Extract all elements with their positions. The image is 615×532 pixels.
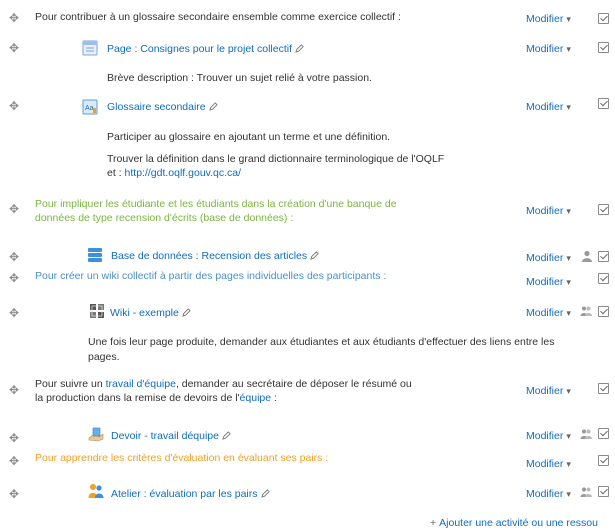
group-icon[interactable] (580, 486, 592, 498)
completion-checkbox[interactable] (598, 455, 609, 466)
activity-glossaire-link[interactable]: Glossaire secondaire (107, 100, 218, 114)
glossaire-description-1: Participer au glossaire en ajoutant un t… (107, 131, 391, 143)
completion-checkbox[interactable] (598, 486, 609, 497)
pencil-icon[interactable] (208, 102, 218, 111)
completion-checkbox[interactable] (598, 428, 609, 439)
glossaire-description-2: Trouver la définition dans le grand dict… (107, 153, 445, 165)
label-bdd-intro-1: Pour impliquer les étudiante et les étud… (35, 198, 397, 210)
activity-bdd-link[interactable]: Base de données : Recension des articles (111, 249, 319, 263)
completion-checkbox[interactable] (598, 98, 609, 109)
page-icon (82, 40, 98, 56)
move-icon[interactable]: ✥ (8, 432, 20, 444)
move-icon[interactable]: ✥ (8, 251, 20, 263)
pencil-icon[interactable] (222, 431, 231, 440)
activity-atelier-link[interactable]: Atelier : évaluation par les pairs (111, 487, 270, 501)
wiki-description-1: Une fois leur page produite, demander au… (88, 336, 555, 348)
modifier-menu[interactable]: Modifier ▾ (526, 487, 571, 501)
modifier-menu[interactable]: Modifier ▾ (526, 384, 571, 398)
modifier-menu[interactable]: Modifier ▾ (526, 429, 571, 443)
move-icon[interactable]: ✥ (8, 272, 20, 284)
pencil-icon[interactable] (260, 489, 270, 498)
modifier-menu[interactable]: Modifier ▾ (526, 12, 571, 26)
completion-checkbox[interactable] (598, 306, 609, 317)
svg-text:Aa: Aa (85, 105, 94, 112)
plus-icon: + (430, 517, 437, 529)
assignment-icon (88, 427, 104, 442)
modifier-menu[interactable]: Modifier ▾ (526, 275, 571, 289)
completion-checkbox[interactable] (598, 383, 609, 394)
move-icon[interactable]: ✥ (8, 384, 20, 396)
completion-checkbox[interactable] (598, 251, 609, 262)
group-icon[interactable] (580, 428, 592, 440)
pencil-icon[interactable] (295, 44, 304, 53)
move-icon[interactable]: ✥ (8, 42, 20, 54)
workshop-icon (88, 484, 104, 498)
oqlf-link[interactable]: http://gdt.oqlf.gouv.qc.ca/ (125, 167, 242, 179)
modifier-menu[interactable]: Modifier ▾ (526, 306, 571, 320)
completion-checkbox[interactable] (598, 273, 609, 284)
glossaire-description-3: et : http://gdt.oqlf.gouv.qc.ca/ (107, 167, 242, 179)
move-icon[interactable]: ✥ (8, 307, 20, 319)
glossary-icon: Aa (82, 99, 98, 115)
add-activity-link[interactable]: + Ajouter une activité ou une ressou (430, 516, 598, 530)
modifier-menu[interactable]: Modifier ▾ (526, 251, 571, 265)
completion-checkbox[interactable] (598, 42, 609, 53)
group-icon[interactable] (580, 305, 592, 317)
label-wiki-intro: Pour créer un wiki collectif à partir de… (35, 270, 387, 282)
modifier-menu[interactable]: Modifier ▾ (526, 42, 571, 56)
modifier-menu[interactable]: Modifier ▾ (526, 457, 571, 471)
completion-checkbox[interactable] (598, 13, 609, 24)
move-icon[interactable]: ✥ (8, 100, 20, 112)
label-atelier-intro: Pour apprendre les critères d'évaluation… (35, 452, 329, 464)
completion-checkbox[interactable] (598, 204, 609, 215)
pencil-icon[interactable] (310, 251, 319, 260)
move-icon[interactable]: ✥ (8, 455, 20, 467)
label-devoir-intro-2: la production dans la remise de devoirs … (35, 392, 277, 404)
label-devoir-intro-1: Pour suivre un travail d'équipe, demande… (35, 378, 412, 390)
pencil-icon[interactable] (182, 308, 191, 317)
activity-wiki-link[interactable]: Wiki - exemple (110, 306, 191, 320)
user-icon[interactable] (581, 250, 593, 262)
database-icon (88, 248, 102, 262)
wiki-icon (90, 304, 104, 318)
move-icon[interactable]: ✥ (8, 203, 20, 215)
wiki-description-2: pages. (88, 351, 120, 363)
move-icon[interactable]: ✥ (8, 488, 20, 500)
label-glossaire-intro: Pour contribuer à un glossaire secondair… (35, 11, 401, 23)
label-bdd-intro-2: données de type recension d'écrits (base… (35, 212, 294, 224)
page-description: Brève description : Trouver un sujet rel… (107, 72, 372, 84)
modifier-menu[interactable]: Modifier ▾ (526, 204, 571, 218)
move-icon[interactable]: ✥ (8, 12, 20, 24)
modifier-menu[interactable]: Modifier ▾ (526, 100, 571, 114)
activity-page-link[interactable]: Page : Consignes pour le projet collecti… (107, 42, 304, 56)
activity-devoir-link[interactable]: Devoir - travail déquipe (111, 429, 231, 443)
